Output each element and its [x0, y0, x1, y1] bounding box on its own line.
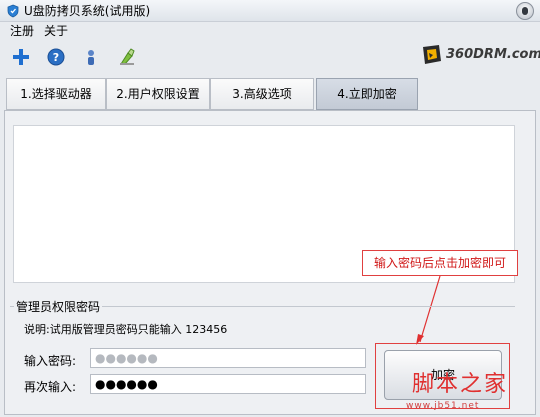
tab-user-permissions[interactable]: 2.用户权限设置 — [106, 78, 210, 110]
close-button[interactable] — [516, 2, 534, 20]
menu-bar: 注册 关于 — [0, 22, 540, 40]
plus-icon[interactable] — [10, 46, 32, 68]
shield-icon — [6, 4, 20, 18]
brand-logo: 360DRM.com — [418, 42, 540, 68]
tab-encrypt-now[interactable]: 4.立即加密 — [316, 78, 418, 110]
confirm-password-label: 再次输入: — [24, 380, 77, 394]
group-title: 管理员权限密码 — [14, 298, 103, 315]
confirm-password-input[interactable] — [90, 374, 366, 394]
title-bar: U盘防拷贝系统(试用版) — [0, 0, 540, 22]
user-icon[interactable] — [80, 46, 102, 68]
password-note: 说明:试用版管理员密码只能输入 123456 — [24, 323, 228, 336]
logo-text: 360DRM.com — [446, 47, 540, 62]
logo-mark-icon — [423, 45, 441, 64]
window-title: U盘防拷贝系统(试用版) — [24, 4, 151, 18]
watermark-text: 脚本之家 — [412, 372, 509, 397]
menu-item-register[interactable]: 注册 — [10, 23, 34, 39]
menu-item-about[interactable]: 关于 — [44, 23, 68, 39]
tab-strip: 1.选择驱动器 2.用户权限设置 3.高级选项 4.立即加密 — [6, 78, 526, 110]
clean-icon[interactable] — [116, 46, 138, 68]
close-icon — [522, 7, 528, 15]
annotation-callout: 输入密码后点击加密即可 — [362, 250, 518, 276]
password-input[interactable] — [90, 348, 366, 368]
tab-advanced-options[interactable]: 3.高级选项 — [210, 78, 314, 110]
tab-select-drive[interactable]: 1.选择驱动器 — [6, 78, 106, 110]
password-label: 输入密码: — [24, 354, 77, 368]
watermark-url: www.jb51.net — [406, 401, 480, 411]
help-icon[interactable]: ? — [45, 46, 67, 68]
svg-text:?: ? — [53, 51, 59, 64]
